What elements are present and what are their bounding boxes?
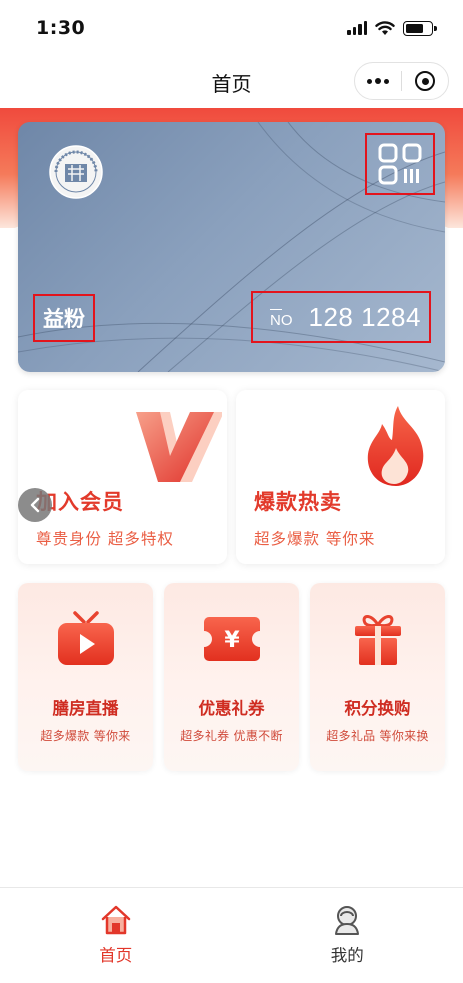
hot-sale-subtitle: 超多爆款 等你来: [254, 530, 376, 548]
service-card-live[interactable]: 膳房直播 超多爆款 等你来: [18, 583, 153, 771]
service-subtitle-coupon: 超多礼券 优惠不断: [180, 729, 283, 743]
hot-sale-title: 爆款热卖: [254, 490, 342, 514]
tab-home[interactable]: 首页: [0, 888, 232, 983]
page-title: 首页: [211, 71, 252, 96]
join-member-subtitle: 尊贵身份 超多特权: [36, 530, 174, 548]
miniprogram-capsule: [354, 62, 449, 100]
qr-code-icon: [378, 143, 422, 185]
user-icon: [335, 906, 360, 935]
hot-sale-card[interactable]: 爆款热卖 超多爆款 等你来: [236, 390, 445, 564]
nav-bar: 首页: [0, 56, 463, 108]
carousel-prev-button[interactable]: [18, 488, 52, 522]
home-icon: [101, 905, 130, 935]
tab-home-label: 首页: [99, 946, 133, 965]
tab-bar: 首页 我的: [0, 887, 463, 983]
status-icons: [347, 20, 437, 36]
coupon-icon: ¥: [204, 617, 260, 661]
status-time: 1:30: [36, 17, 86, 39]
member-number-label: NO: [270, 308, 293, 329]
service-subtitle-points: 超多礼品 等你来换: [326, 729, 429, 743]
join-member-card[interactable]: 加入会员 尊贵身份 超多特权: [18, 390, 227, 564]
member-number: NO 128 1284: [251, 291, 431, 343]
member-name: 益粉: [33, 294, 95, 342]
status-bar: 1:30: [0, 0, 463, 56]
member-number-value: 128 1284: [308, 301, 421, 332]
qr-code-button[interactable]: [365, 133, 435, 195]
service-title-live: 膳房直播: [52, 699, 119, 718]
chevron-left-icon: [30, 497, 40, 513]
target-icon: [415, 71, 435, 91]
battery-icon: [403, 20, 437, 36]
more-options-button[interactable]: [355, 63, 401, 99]
close-button[interactable]: [402, 63, 448, 99]
tv-play-icon: [58, 611, 114, 665]
tab-mine[interactable]: 我的: [232, 888, 463, 983]
wifi-icon: [375, 21, 395, 35]
cellular-signal-icon: [347, 21, 367, 35]
gift-icon: [355, 615, 401, 665]
member-name-text: 益粉: [43, 307, 85, 331]
service-title-coupon: 优惠礼券: [198, 699, 265, 718]
service-card-points[interactable]: 积分换购 超多礼品 等你来换: [310, 583, 445, 771]
svg-text:¥: ¥: [224, 628, 240, 653]
brand-logo: [49, 145, 103, 199]
v-badge-icon: [136, 412, 222, 482]
tab-mine-label: 我的: [330, 946, 364, 965]
service-card-coupon[interactable]: ¥ 优惠礼券 超多礼券 优惠不断: [164, 583, 299, 771]
fire-icon: [367, 406, 424, 486]
service-title-points: 积分换购: [344, 699, 411, 718]
service-subtitle-live: 超多爆款 等你来: [40, 729, 131, 743]
